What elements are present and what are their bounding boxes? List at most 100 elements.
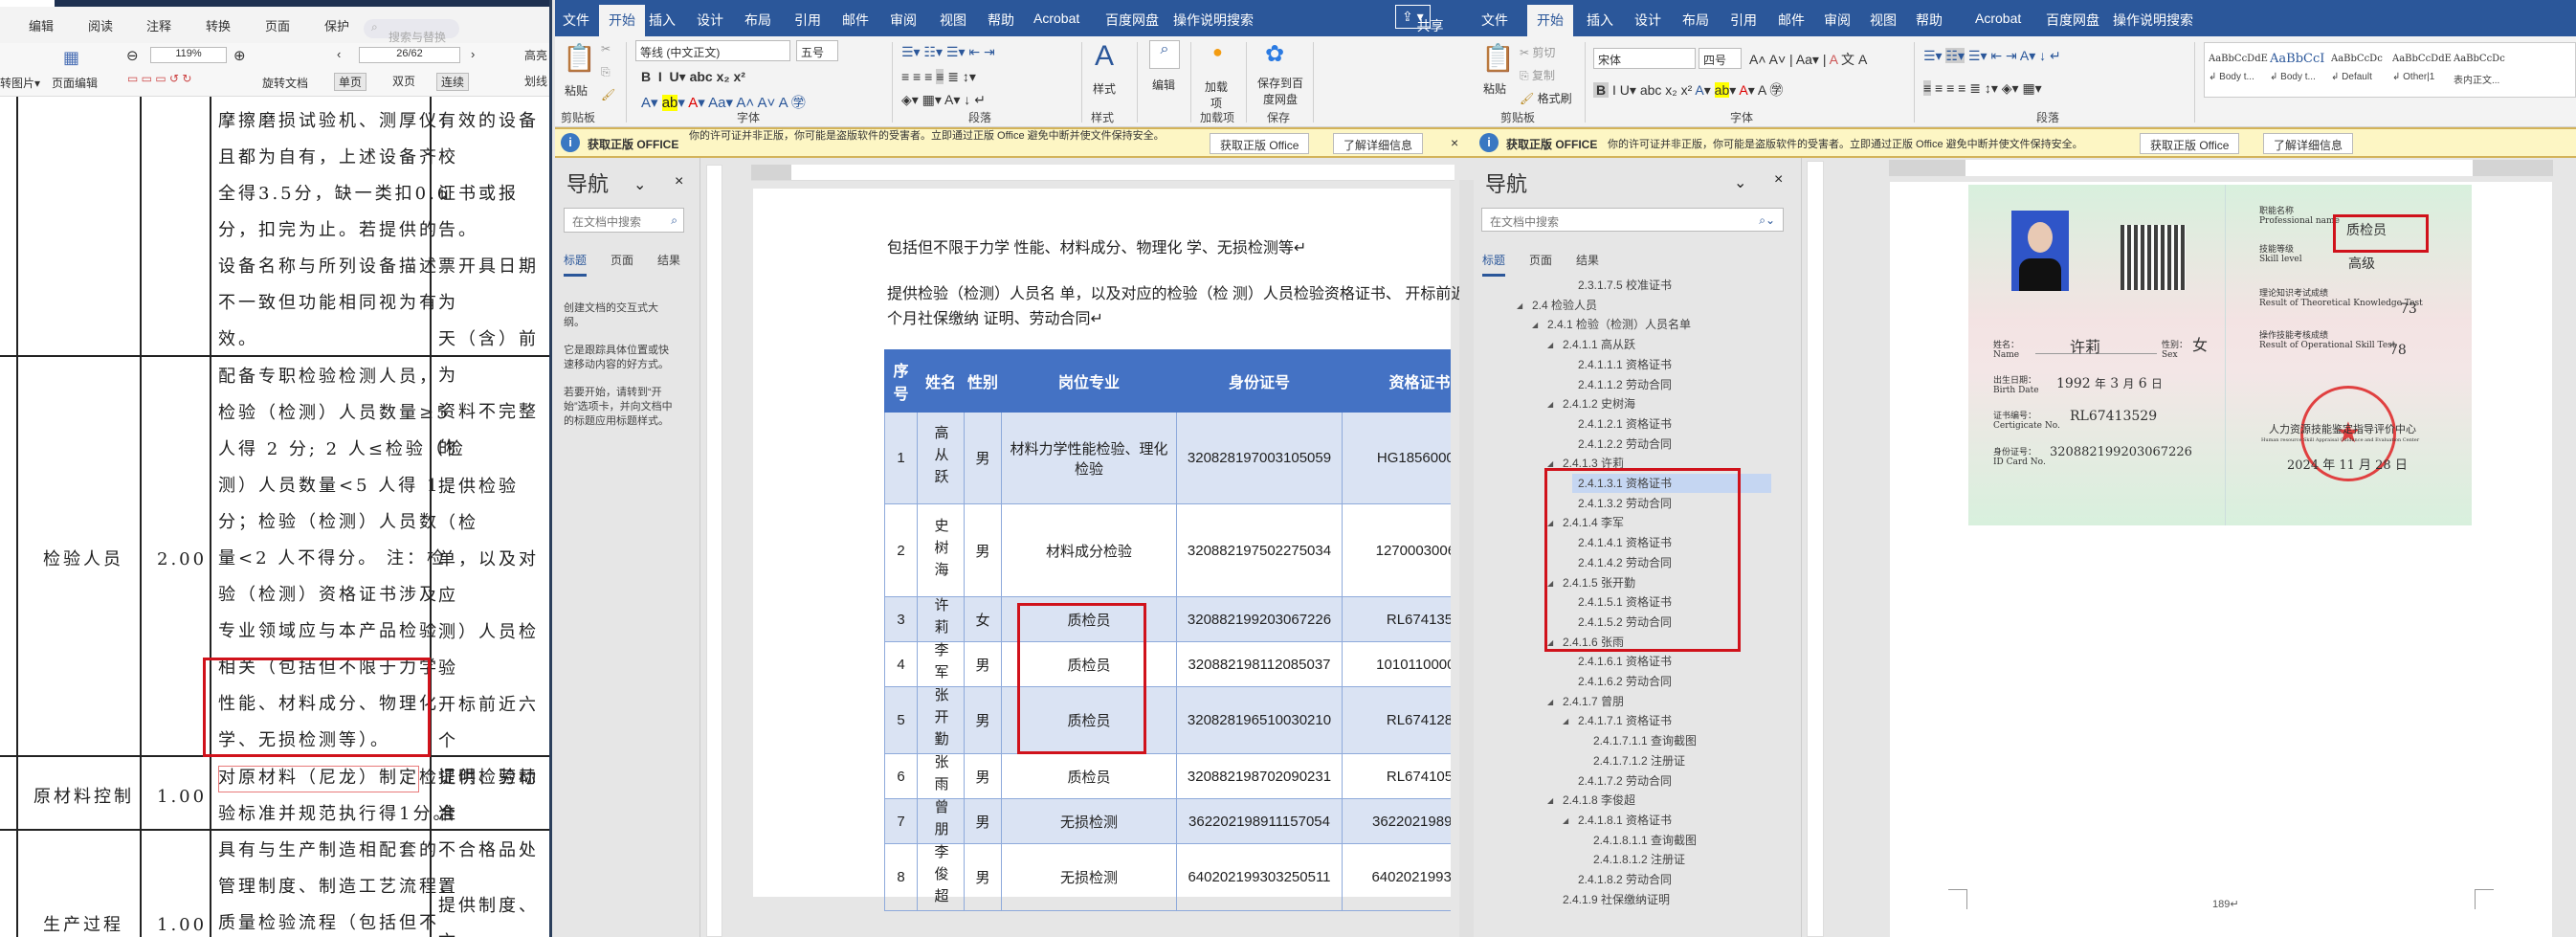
align-buttons[interactable]: ≡ ≡ ≡ ≡ ≣ ↕▾ ◈▾ ▦▾	[1923, 80, 2042, 97]
learn-more-button[interactable]: 了解详细信息	[1333, 133, 1424, 154]
tab-protect[interactable]: 保护	[324, 16, 349, 34]
tab-annotate[interactable]: 注释	[146, 16, 171, 34]
style-item[interactable]: AaBbCcDdEe ↲ Body t...	[2209, 47, 2268, 82]
vertical-scrollbar[interactable]	[2553, 176, 2576, 937]
styles-button[interactable]: 样式	[1093, 80, 1116, 97]
highlight-button[interactable]: 高亮	[524, 47, 547, 63]
zoom-field[interactable]: 119%	[150, 47, 227, 63]
tab-12[interactable]: 操作说明搜索	[1173, 11, 1254, 30]
nav-tree-item[interactable]: 2.4.1.2 史树海	[1557, 394, 1635, 413]
font-format-buttons[interactable]: B I U▾ abc x₂ x² A▾ ab▾ A▾ A ㊫	[1593, 80, 1783, 100]
nav-tree-item[interactable]: 2.4.1 检验（检测）人员名单	[1542, 315, 1691, 334]
nav-tree-item[interactable]: 2.4.1.7 曾朋	[1557, 692, 1624, 711]
nav-tree-item[interactable]: 2.4.1.7.2 劳动合同	[1572, 771, 1672, 791]
vertical-ruler[interactable]	[706, 165, 722, 937]
zoom-out-icon[interactable]: ⊖	[126, 47, 139, 64]
collapse-arrow-icon[interactable]: ◢	[1563, 717, 1568, 725]
single-page-button[interactable]: 单页	[334, 73, 367, 91]
list-buttons[interactable]: ☰▾ ☷▾ ☰▾ ⇤ ⇥ A▾ ↓ ↵	[1923, 48, 2061, 64]
nav-tree-item[interactable]: 2.4.1.1 高从跃	[1557, 335, 1635, 354]
next-page-icon[interactable]: ›	[471, 47, 475, 61]
nav-options-icon[interactable]: ⌄	[633, 175, 646, 194]
tab-6[interactable]: 邮件	[842, 11, 869, 30]
get-genuine-office-button[interactable]: 获取正版 Office	[2140, 133, 2240, 154]
tab-11[interactable]: 百度网盘	[2046, 11, 2099, 30]
nav-tree-item[interactable]: 2.4.1.8.1.1 查询截图	[1588, 831, 1697, 850]
format-painter-icon[interactable]: 🖌	[601, 88, 615, 101]
tab-4[interactable]: 布局	[1682, 11, 1709, 30]
selection-handles[interactable]	[218, 766, 419, 792]
collapse-arrow-icon[interactable]: ◢	[1532, 321, 1538, 329]
close-notice-icon[interactable]: ×	[1451, 135, 1458, 150]
cut-button[interactable]: ✂ 剪切	[1520, 44, 1555, 60]
collapse-arrow-icon[interactable]: ◢	[1547, 341, 1553, 349]
align-buttons[interactable]: ≡ ≡ ≡ ≡ ≣ ↕▾	[901, 69, 976, 85]
font-name-select[interactable]: 宋体	[1593, 48, 1696, 69]
tab-8[interactable]: 视图	[940, 11, 966, 30]
font-format-buttons[interactable]: B I U▾ abc x₂ x²	[641, 69, 745, 85]
tab-edit[interactable]: 编辑	[29, 16, 54, 34]
nav-tree-item[interactable]: 2.4.1.2.2 劳动合同	[1572, 435, 1672, 454]
paste-button[interactable]: 粘贴	[1483, 80, 1506, 97]
nav-tab-pages[interactable]: 页面	[611, 252, 633, 268]
share-button[interactable]: ⇪ 共享 ▾	[1395, 5, 1444, 33]
zoom-in-icon[interactable]: ⊕	[233, 47, 246, 64]
nav-tree-item[interactable]: 2.4.1.9 社保缴纳证明	[1557, 890, 1670, 909]
tab-10[interactable]: Acrobat	[1033, 11, 1079, 26]
nav-tab-headings[interactable]: 标题	[1482, 252, 1506, 277]
search-input[interactable]: ⌕ 搜索与替换	[364, 19, 459, 44]
font-size-select[interactable]: 五号	[796, 40, 838, 61]
nav-tree-item[interactable]: 2.4.1.7.1.1 查询截图	[1588, 731, 1697, 750]
tab-4[interactable]: 布局	[744, 11, 771, 30]
nav-tree-item[interactable]: 2.4.1.8.2 劳动合同	[1572, 870, 1672, 889]
vertical-scrollbar[interactable]	[1459, 180, 1474, 937]
nav-tree-item[interactable]: 2.4.1.2.1 资格证书	[1572, 414, 1672, 434]
nav-tab-results[interactable]: 结果	[1576, 252, 1599, 268]
tab-7[interactable]: 审阅	[890, 11, 917, 30]
tab-8[interactable]: 视图	[1870, 11, 1897, 30]
prev-page-icon[interactable]: ‹	[337, 47, 341, 61]
nav-tree-item[interactable]: 2.4.1.8.1 资格证书	[1572, 811, 1672, 830]
collapse-arrow-icon[interactable]: ◢	[1517, 301, 1522, 310]
copy-button[interactable]: ⎘ 复制	[1520, 67, 1555, 83]
collapse-arrow-icon[interactable]: ◢	[1547, 400, 1553, 409]
nav-tab-headings[interactable]: 标题	[564, 252, 588, 277]
paste-button[interactable]: 粘贴	[565, 82, 588, 99]
nav-search-input[interactable]: 在文档中搜索 ⌕⌄	[1481, 208, 1784, 232]
save-to-baidu-button[interactable]: 保存到百度网盘	[1255, 75, 1305, 107]
nav-tree-item[interactable]: 2.4.1.7.1 资格证书	[1572, 711, 1672, 730]
actual-size-icon[interactable]: ▭ ▭ ▭ ↺ ↻	[127, 72, 191, 85]
addins-button[interactable]: 加载项	[1202, 78, 1231, 111]
tab-3[interactable]: 设计	[697, 11, 723, 30]
tab-5[interactable]: 引用	[1730, 11, 1757, 30]
horizontal-ruler[interactable]	[751, 165, 1455, 181]
tab-9[interactable]: 帮助	[988, 11, 1014, 30]
learn-more-button[interactable]: 了解详细信息	[2263, 133, 2354, 154]
nav-tab-results[interactable]: 结果	[657, 252, 680, 268]
font-size-buttons[interactable]: A˄ A˅ | Aa▾ | A 文 A	[1749, 50, 1867, 69]
vertical-ruler[interactable]	[1807, 161, 1824, 937]
tab-page[interactable]: 页面	[265, 16, 290, 34]
page-number-field[interactable]: 26/62	[359, 47, 460, 63]
style-item[interactable]: AaBbCcDc ↲ Default	[2331, 47, 2390, 82]
tab-11[interactable]: 百度网盘	[1105, 11, 1159, 30]
tab-5[interactable]: 引用	[794, 11, 821, 30]
copy-icon[interactable]: ⎘	[601, 65, 611, 79]
tab-12[interactable]: 操作说明搜索	[2113, 11, 2193, 30]
format-painter-button[interactable]: 🖌 格式刷	[1520, 90, 1572, 106]
nav-search-input[interactable]: 在文档中搜索 ⌕	[564, 208, 684, 233]
collapse-arrow-icon[interactable]: ◢	[1547, 796, 1553, 805]
nav-tree-item[interactable]: 2.3.1.7.5 校准证书	[1572, 276, 1672, 295]
nav-tree-item[interactable]: 2.4.1.6.1 资格证书	[1572, 652, 1672, 671]
nav-options-icon[interactable]: ⌄	[1734, 173, 1746, 192]
nav-close-icon[interactable]: ×	[675, 173, 683, 190]
horizontal-ruler[interactable]	[1889, 160, 2553, 176]
nav-tree-item[interactable]: 2.4.1.8 李俊超	[1557, 791, 1635, 810]
collapse-arrow-icon[interactable]: ◢	[1547, 698, 1553, 706]
to-image-button[interactable]: 转图片▾	[0, 75, 40, 91]
tab-2[interactable]: 插入	[1587, 11, 1613, 30]
nav-tree-item[interactable]: 2.4.1.6.2 劳动合同	[1572, 672, 1672, 691]
font-size-select[interactable]: 四号	[1699, 48, 1742, 69]
rotate-document-button[interactable]: 旋转文档	[262, 75, 308, 91]
get-genuine-office-button[interactable]: 获取正版 Office	[1210, 133, 1310, 154]
